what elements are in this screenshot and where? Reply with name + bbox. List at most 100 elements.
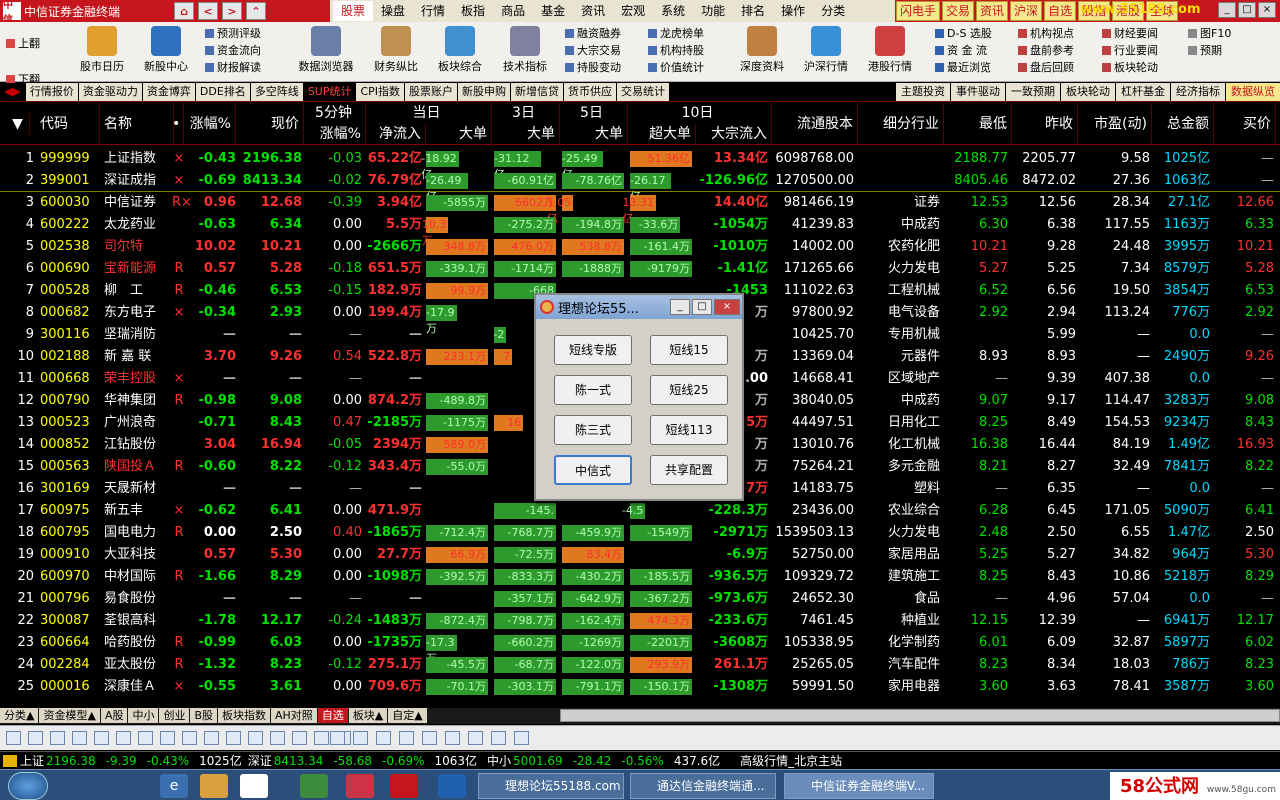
small1-item-1[interactable]: 资金流向 <box>205 43 261 59</box>
tab-right-2[interactable]: 一致预期 <box>1006 83 1060 101</box>
gear-icon[interactable] <box>514 731 529 745</box>
bottom-tab-6[interactable]: 板块指数 <box>218 708 271 723</box>
menu-item-8[interactable]: 系统 <box>653 1 694 21</box>
tab-10[interactable]: 货币供应 <box>564 83 617 101</box>
filter-icon[interactable] <box>376 731 391 745</box>
tab-right-4[interactable]: 杠杆基金 <box>1116 83 1170 101</box>
config-button-2[interactable]: 陈一式 <box>554 375 632 405</box>
config-button-3[interactable]: 短线25 <box>650 375 728 405</box>
small3-item-1[interactable]: 机构持股 <box>648 43 704 59</box>
small7-item-0[interactable]: 图F10 <box>1188 26 1231 42</box>
taskbar-item-forum[interactable]: 理想论坛55188.com <box>478 773 624 799</box>
config-button-0[interactable]: 短线专版 <box>554 335 632 365</box>
header-big[interactable]: 大单 <box>426 124 492 145</box>
print-icon[interactable] <box>314 731 329 745</box>
down-icon[interactable] <box>50 731 65 745</box>
small6-item-1[interactable]: 行业要闻 <box>1102 43 1158 59</box>
table-row[interactable]: 3 600030 中信证券 R× 0.96 12.68 -0.39 3.94亿 981466.1… <box>0 192 1280 225</box>
menu-item-1[interactable]: 操盘 <box>373 1 414 21</box>
table-row[interactable]: 5 002538 司尔特 10.02 10.21 0.00 -2666万 14002.00 农药… <box>0 236 1280 258</box>
table-row[interactable]: 25 000016 深康佳Ａ × -0.55 3.61 0.00 709.6万 59991.50… <box>0 676 1280 698</box>
export-icon[interactable] <box>292 731 307 745</box>
ie-icon[interactable]: e <box>160 774 188 798</box>
tab-right-5[interactable]: 经济指标 <box>1171 83 1225 101</box>
report-icon[interactable] <box>226 731 241 745</box>
cross-icon[interactable] <box>248 731 263 745</box>
header-super[interactable]: 超大单 <box>628 124 696 145</box>
close-button[interactable]: × <box>1258 2 1276 18</box>
table-row[interactable]: 1 999999 上证指数 × -0.43 2196.38 -0.03 65.22亿 60987… <box>0 148 1280 181</box>
small6-item-2[interactable]: 板块轮动 <box>1102 60 1158 76</box>
small1-item-0[interactable]: 预测评级 <box>205 26 261 42</box>
small4-item-2[interactable]: 最近浏览 <box>935 60 991 76</box>
toolbar-6-button[interactable]: 深度资料 <box>730 26 794 74</box>
menu-item-3[interactable]: 板指 <box>453 1 494 21</box>
tab-2[interactable]: 资金博弈 <box>142 83 195 101</box>
media-player-icon[interactable] <box>240 774 268 798</box>
toolbar-4-button[interactable]: 板块综合 <box>428 26 492 74</box>
header-flow[interactable]: 净流入 <box>366 124 426 145</box>
menu-item-4[interactable]: 商品 <box>493 1 534 21</box>
bar-icon[interactable] <box>468 731 483 745</box>
bottom-tab-0[interactable]: 分类▲ <box>0 708 39 723</box>
header-pe[interactable]: 市盈(动) <box>1078 103 1152 145</box>
tab-4[interactable]: 多空阵线 <box>250 83 303 101</box>
tab-9[interactable]: 新增信贷 <box>511 83 564 101</box>
calc-icon[interactable] <box>182 731 197 745</box>
scroll-icon[interactable] <box>445 731 460 745</box>
small4-item-0[interactable]: D-S 选股 <box>935 26 992 42</box>
bottom-tab-4[interactable]: 创业 <box>159 708 190 723</box>
small3-item-0[interactable]: 龙虎榜单 <box>648 26 704 42</box>
config-button-7[interactable]: 共享配置 <box>650 455 728 485</box>
menu-item-10[interactable]: 排名 <box>733 1 774 21</box>
table-row[interactable]: 23 600664 哈药股份 R -0.99 6.03 0.00 -1735万 105338.9… <box>0 632 1280 665</box>
toolbar-1-button[interactable]: 新股中心 <box>134 26 198 74</box>
config-button-5[interactable]: 短线113 <box>650 415 728 445</box>
popup-close-button[interactable]: × <box>714 299 740 315</box>
horizontal-scrollbar[interactable] <box>560 709 1280 722</box>
header-amount[interactable]: 总金额 <box>1152 103 1214 145</box>
sort-toggle[interactable]: ▼ <box>10 113 30 135</box>
table-row[interactable]: 21 000796 易食股份 — — — — 24652.30 食品 — 4.96 57.04 0.0 —… <box>0 588 1280 610</box>
small2-item-2[interactable]: 持股变动 <box>565 60 621 76</box>
small6-item-0[interactable]: 财经要闻 <box>1102 26 1158 42</box>
bottom-tab-3[interactable]: 中小 <box>128 708 159 723</box>
small5-item-1[interactable]: 盘前参考 <box>1018 43 1074 59</box>
home-icon[interactable]: ⌂ <box>174 2 194 20</box>
excel-icon[interactable] <box>300 774 328 798</box>
header-prev[interactable]: 昨收 <box>1012 103 1078 145</box>
chart-icon[interactable] <box>116 731 131 745</box>
table-row[interactable]: 22 300087 荃银高科 -1.78 12.17 -0.24 -1483万 7461.45… <box>0 610 1280 632</box>
header-g5d[interactable]: 5日 <box>560 103 628 124</box>
back-arrow-icon[interactable]: < <box>198 2 218 20</box>
toolbar-5-button[interactable]: 技术指标 <box>493 26 557 74</box>
small5-item-2[interactable]: 盘后回顾 <box>1018 60 1074 76</box>
config-button-4[interactable]: 陈三式 <box>554 415 632 445</box>
tab-7[interactable]: 股票账户 <box>405 83 458 101</box>
bottom-tab-1[interactable]: 资金模型▲ <box>39 708 100 723</box>
table-row[interactable]: 2 399001 深证成指 × -0.69 8413.34 -0.02 76.79亿 12705… <box>0 170 1280 203</box>
small4-item-1[interactable]: 资 金 流 <box>935 43 987 59</box>
table-row[interactable]: 17 600975 新五丰 × -0.62 6.41 0.00 471.9万 23436.00 农… <box>0 500 1280 522</box>
tab-5[interactable]: SUP统计 <box>303 83 356 101</box>
window-icon[interactable] <box>330 731 345 745</box>
toolbar-2-button[interactable]: 数据浏览器 <box>294 26 358 74</box>
up-icon[interactable] <box>28 731 43 745</box>
tab-right-1[interactable]: 事件驱动 <box>951 83 1005 101</box>
quick-button-2[interactable]: 资讯 <box>976 1 1009 21</box>
tab-right-3[interactable]: 板块轮动 <box>1061 83 1115 101</box>
table-row[interactable]: 18 600795 国电电力 R 0.00 2.50 0.40 -1865万 1539503.1… <box>0 522 1280 544</box>
taskbar-item-tdx[interactable]: 通达信金融终端通... <box>630 773 776 799</box>
header-bid[interactable]: 买价 <box>1214 103 1276 145</box>
popup-title-bar[interactable]: 理想论坛55... _ □ × <box>536 295 742 319</box>
header-gday[interactable]: 当日 <box>366 103 492 124</box>
table-icon[interactable] <box>160 731 175 745</box>
app-icon-3[interactable] <box>438 774 466 798</box>
small2-item-1[interactable]: 大宗交易 <box>565 43 621 59</box>
popup-maximize-button[interactable]: □ <box>692 299 712 315</box>
quick-button-4[interactable]: 自选 <box>1044 1 1077 21</box>
tab-right-0[interactable]: 主题投资 <box>896 83 950 101</box>
zoom-icon[interactable] <box>399 731 414 745</box>
stat-icon[interactable] <box>204 731 219 745</box>
header-float[interactable]: 流通股本 <box>772 103 858 145</box>
